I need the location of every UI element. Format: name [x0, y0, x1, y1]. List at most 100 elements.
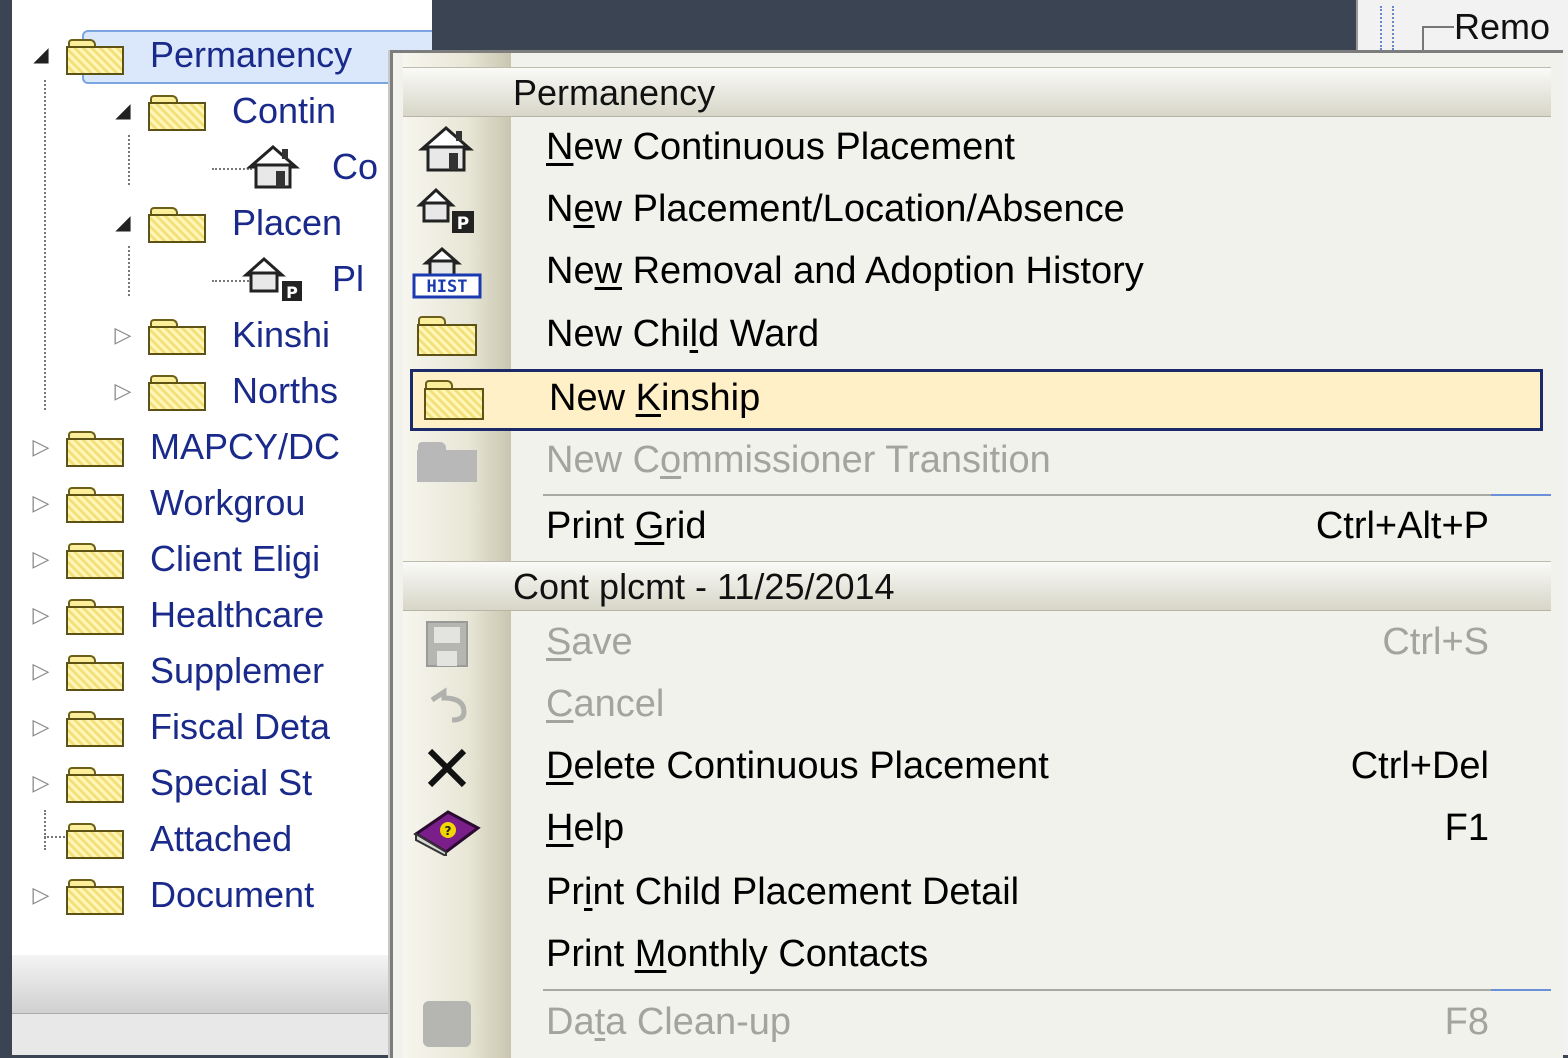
- tree-item-healthcare[interactable]: ▷ Healthcare: [30, 592, 324, 638]
- menu-item-label: New Continuous Placement: [546, 126, 1015, 168]
- house-icon: [242, 143, 304, 191]
- tree-item-label: Norths: [232, 370, 339, 411]
- horizontal-scrollbar[interactable]: [12, 955, 402, 1014]
- help-book-icon: ?: [409, 805, 485, 856]
- tree-item-label: Placen: [232, 202, 343, 243]
- menu-item-delete-continuous-placement[interactable]: Delete Continuous Placement Ctrl+Del: [403, 737, 1551, 797]
- menu-item-label: Help: [546, 807, 625, 849]
- menu-item-label: Cancel: [546, 683, 665, 725]
- tree-item-documents[interactable]: ▷ Document: [30, 872, 314, 918]
- expand-arrow-icon[interactable]: ▷: [30, 872, 52, 918]
- folder-icon: [416, 375, 492, 425]
- tree-item-label: Special St: [150, 762, 313, 803]
- folder-icon: [148, 373, 206, 411]
- menu-item-label: New Commissioner Transition: [546, 439, 1051, 481]
- house-icon: [409, 124, 485, 174]
- tree-item-client-eligibility[interactable]: ▷ Client Eligi: [30, 536, 320, 582]
- tree-item-attached[interactable]: Attached: [30, 816, 292, 862]
- menu-item-label: Data Clean-up: [546, 1001, 792, 1043]
- expand-arrow-icon[interactable]: ▷: [30, 536, 52, 582]
- tree-item-co[interactable]: Co: [242, 144, 378, 190]
- section-header-label: Cont plcmt - 11/25/2014: [513, 566, 895, 607]
- tree-item-norths[interactable]: ▷ Norths: [112, 368, 338, 414]
- menu-item-label: Save: [546, 621, 633, 663]
- menu-item-label: New Placement/Location/Absence: [546, 188, 1125, 230]
- menu-item-help[interactable]: ? Help F1: [403, 799, 1551, 859]
- menu-item-label: Print Child Placement Detail: [546, 871, 1020, 913]
- collapse-arrow-icon[interactable]: ◢: [30, 32, 52, 78]
- tree-item-label: Pl: [332, 258, 365, 299]
- menu-item-print-monthly-contacts[interactable]: Print Monthly Contacts: [403, 925, 1551, 985]
- folder-icon: [148, 205, 206, 243]
- folder-icon: [409, 311, 485, 361]
- section-header-label: Permanency: [513, 72, 716, 113]
- folder-icon: [66, 429, 124, 467]
- save-icon: [409, 619, 485, 669]
- tree-item-mapcy[interactable]: ▷ MAPCY/DC: [30, 424, 340, 470]
- menu-item-new-child-ward[interactable]: New Child Ward: [403, 305, 1551, 365]
- expand-arrow-icon[interactable]: ▷: [30, 592, 52, 638]
- collapse-arrow-icon[interactable]: ◢: [112, 200, 134, 246]
- tree-item-permanency[interactable]: ◢ Permanency: [30, 32, 352, 78]
- menu-item-shortcut: Ctrl+Del: [1350, 745, 1489, 787]
- svg-text:?: ?: [445, 824, 452, 838]
- menu-item-data-cleanup[interactable]: Data Clean-up F8: [403, 993, 1551, 1053]
- expand-arrow-icon[interactable]: ▷: [112, 312, 134, 358]
- menu-item-print-child-placement-detail[interactable]: Print Child Placement Detail: [403, 863, 1551, 923]
- folder-icon: [66, 37, 124, 75]
- svg-text:P: P: [286, 283, 298, 302]
- menu-item-label: New Child Ward: [546, 313, 820, 355]
- folder-icon: [66, 765, 124, 803]
- tree-item-supplemental[interactable]: ▷ Supplemer: [30, 648, 324, 694]
- folder-icon: [66, 821, 124, 859]
- folder-icon: [66, 597, 124, 635]
- tree-item-label: Fiscal Deta: [150, 706, 331, 747]
- expand-arrow-icon[interactable]: ▷: [30, 648, 52, 694]
- menu-item-new-commissioner-transition[interactable]: New Commissioner Transition: [403, 431, 1551, 491]
- menu-item-cancel[interactable]: Cancel: [403, 675, 1551, 735]
- menu-section-header-cont-plcmt: Cont plcmt - 11/25/2014: [403, 561, 1551, 611]
- tree-item-pl[interactable]: P Pl: [242, 256, 364, 302]
- expand-arrow-icon[interactable]: ▷: [30, 424, 52, 470]
- menu-item-label: New Removal and Adoption History: [546, 250, 1144, 292]
- tree-item-workgroup[interactable]: ▷ Workgrou: [30, 480, 305, 526]
- expand-arrow-icon[interactable]: ▷: [30, 480, 52, 526]
- menu-item-label: Delete Continuous Placement: [546, 745, 1049, 787]
- tree-item-contin[interactable]: ◢ Contin: [112, 88, 336, 134]
- menu-item-new-removal-adoption-history[interactable]: HIST New Removal and Adoption History: [403, 242, 1551, 302]
- menu-section-header-permanency: Permanency: [403, 67, 1551, 117]
- toolbar-grip-handle[interactable]: [1380, 6, 1394, 50]
- tree-item-fiscal-details[interactable]: ▷ Fiscal Deta: [30, 704, 330, 750]
- house-p-icon: P: [409, 186, 485, 236]
- tree-item-label: Co: [332, 146, 379, 187]
- expand-arrow-icon[interactable]: ▷: [112, 368, 134, 414]
- tree-item-kinship[interactable]: ▷ Kinshi: [112, 312, 330, 358]
- expand-arrow-icon[interactable]: ▷: [30, 760, 52, 806]
- menu-item-new-kinship[interactable]: New Kinship: [410, 369, 1543, 431]
- menu-item-new-continuous-placement[interactable]: New Continuous Placement: [403, 118, 1551, 178]
- tree-item-label: Permanency: [150, 34, 353, 75]
- tree-item-label: Supplemer: [150, 650, 325, 691]
- menu-item-print-grid[interactable]: Print Grid Ctrl+Alt+P: [403, 497, 1551, 557]
- menu-item-label: New Kinship: [549, 377, 761, 419]
- menu-item-shortcut: Ctrl+S: [1382, 621, 1489, 663]
- context-menu: Permanency New Continuous Placement P Ne…: [390, 50, 1563, 1058]
- menu-item-shortcut: Ctrl+Alt+P: [1315, 505, 1489, 547]
- menu-item-save[interactable]: Save Ctrl+S: [403, 613, 1551, 673]
- collapse-arrow-icon[interactable]: ◢: [112, 88, 134, 134]
- groupbox-label: Remo: [1454, 6, 1551, 47]
- menu-item-label: Print Grid: [546, 505, 707, 547]
- expand-arrow-icon[interactable]: ▷: [30, 704, 52, 750]
- menu-separator: [543, 494, 1551, 496]
- tree-item-label: Kinshi: [232, 314, 331, 355]
- tree-item-label: Document: [150, 874, 315, 915]
- tree-item-label: Client Eligi: [150, 538, 321, 579]
- tree-item-label: Contin: [232, 90, 337, 131]
- folder-icon: [66, 877, 124, 915]
- menu-item-new-placement-location-absence[interactable]: P New Placement/Location/Absence: [403, 180, 1551, 240]
- tree-item-placen[interactable]: ◢ Placen: [112, 200, 342, 246]
- tree-item-special-studies[interactable]: ▷ Special St: [30, 760, 312, 806]
- tree-footer-panel: [12, 955, 402, 1055]
- folder-icon: [148, 93, 206, 131]
- tree-item-label: Workgrou: [150, 482, 306, 523]
